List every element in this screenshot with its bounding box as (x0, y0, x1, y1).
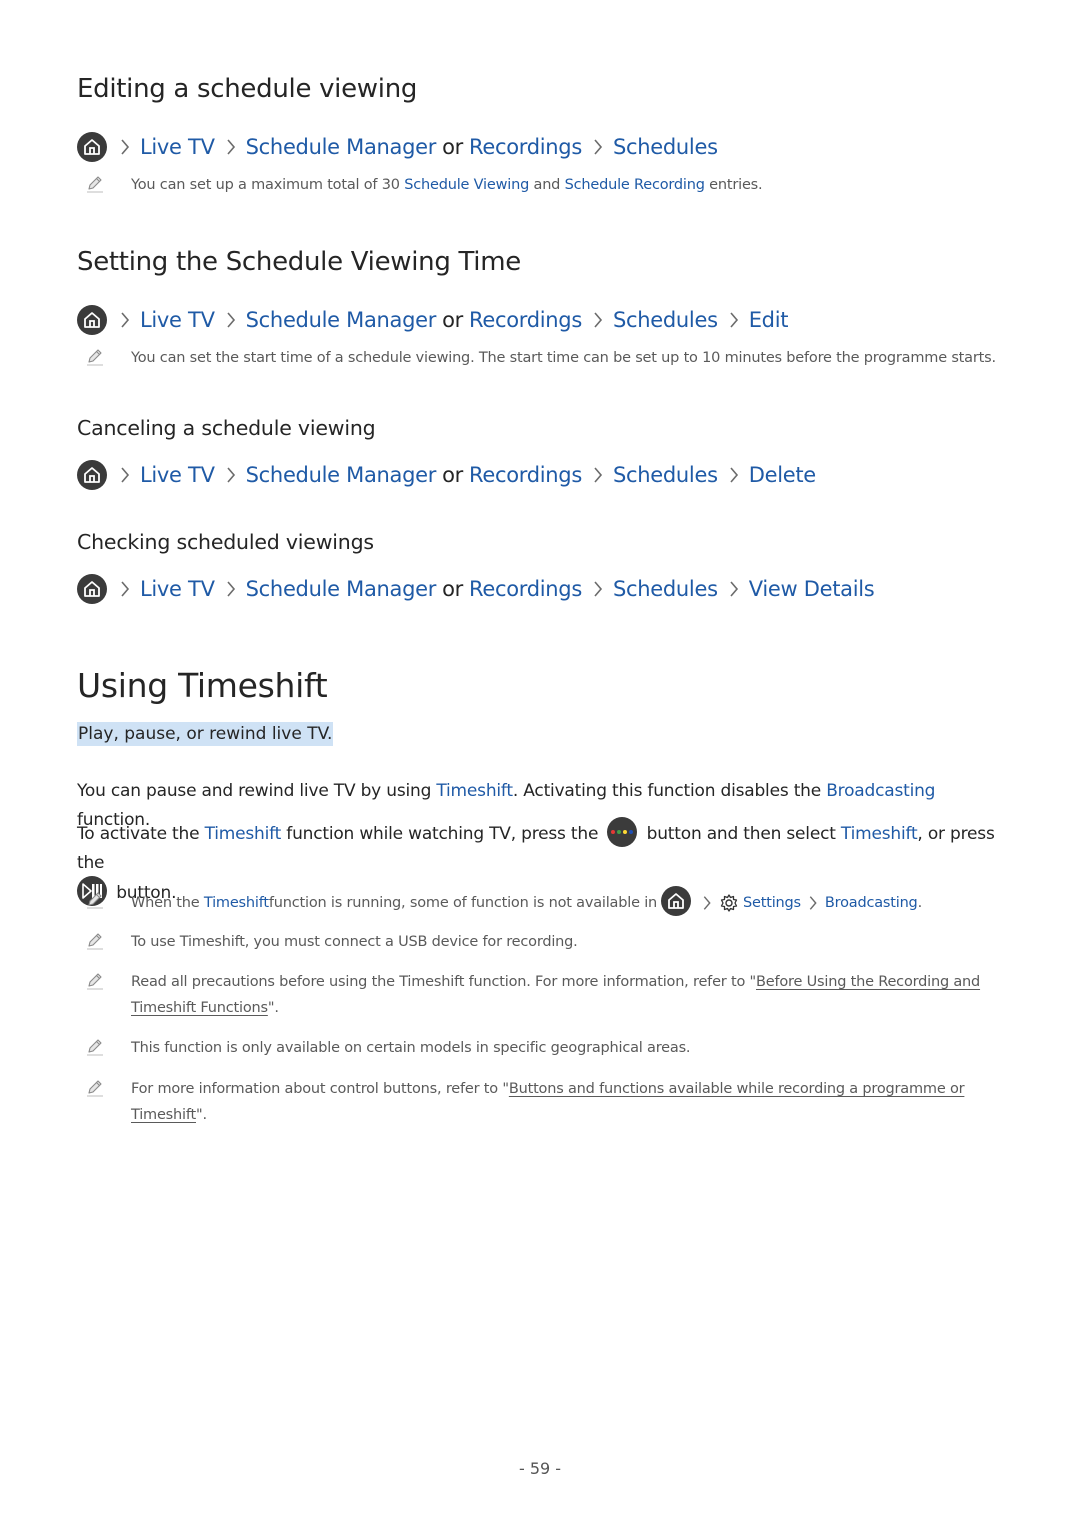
note-setting-time: You can set the start time of a schedule… (77, 345, 996, 371)
note-control-buttons: For more information about control butto… (77, 1076, 997, 1128)
path-settings[interactable]: Settings (743, 890, 801, 916)
pencil-note-icon (85, 931, 105, 951)
chevron-right-icon (728, 310, 740, 330)
path-edit[interactable]: Edit (749, 308, 789, 332)
color-dot (629, 830, 634, 834)
gear-icon (720, 894, 738, 912)
path-schedules[interactable]: Schedules (613, 308, 718, 332)
timeshift-subtitle: Play, pause, or rewind live TV. (77, 722, 334, 746)
chevron-right-icon (225, 137, 237, 157)
path-recordings[interactable]: Recordings (469, 308, 582, 332)
note-availability: This function is only available on certa… (77, 1035, 691, 1061)
note-precautions: Read all precautions before using the Ti… (77, 969, 997, 1021)
heading-canceling-schedule: Canceling a schedule viewing (77, 416, 376, 440)
path-recordings[interactable]: Recordings (469, 135, 582, 159)
home-icon (661, 886, 692, 916)
note-usb-required: To use Timeshift, you must connect a USB… (77, 929, 578, 955)
path-schedules[interactable]: Schedules (613, 463, 718, 487)
term-schedule-viewing: Schedule Viewing (404, 177, 530, 193)
path-schedules[interactable]: Schedules (613, 577, 718, 601)
path-or: or (442, 463, 463, 487)
chevron-right-icon (225, 579, 237, 599)
pencil-note-icon (85, 174, 105, 194)
path-or: or (442, 135, 463, 159)
heading-using-timeshift: Using Timeshift (77, 666, 328, 705)
term-timeshift: Timeshift (204, 824, 282, 844)
path-or: or (442, 308, 463, 332)
menu-path-checking: Live TV Schedule Manager or Recordings S… (77, 574, 875, 604)
term-timeshift: Timeshift (203, 895, 269, 911)
note-timeshift-running: When the Timeshift function is running, … (77, 886, 922, 918)
chevron-right-icon (701, 894, 713, 912)
chevron-right-icon (728, 579, 740, 599)
chevron-right-icon (119, 137, 131, 157)
chevron-right-icon (592, 137, 604, 157)
path-or: or (442, 577, 463, 601)
chevron-right-icon (119, 579, 131, 599)
pencil-note-icon (85, 347, 105, 367)
chevron-right-icon (592, 465, 604, 485)
home-icon (77, 132, 107, 162)
page-number: - 59 - (518, 1459, 562, 1478)
menu-path-editing: Live TV Schedule Manager or Recordings S… (77, 132, 718, 162)
pencil-note-icon (85, 971, 105, 991)
color-dot (617, 830, 622, 834)
pencil-note-icon (85, 890, 105, 910)
menu-path-setting-time: Live TV Schedule Manager or Recordings S… (77, 305, 788, 335)
path-live-tv[interactable]: Live TV (140, 308, 215, 332)
color-dot (611, 830, 616, 834)
chevron-right-icon (592, 310, 604, 330)
chevron-right-icon (807, 894, 819, 912)
path-schedules[interactable]: Schedules (613, 135, 718, 159)
chevron-right-icon (225, 465, 237, 485)
home-icon (77, 305, 107, 335)
home-icon (77, 574, 107, 604)
path-recordings[interactable]: Recordings (469, 577, 582, 601)
note-editing: You can set up a maximum total of 30 Sch… (77, 172, 763, 198)
color-dot (623, 830, 628, 834)
path-schedule-manager[interactable]: Schedule Manager (246, 577, 437, 601)
chevron-right-icon (225, 310, 237, 330)
color-button-icon (607, 817, 638, 847)
path-live-tv[interactable]: Live TV (140, 463, 215, 487)
chevron-right-icon (119, 465, 131, 485)
term-timeshift: Timeshift (840, 824, 918, 844)
path-view-details[interactable]: View Details (749, 577, 875, 601)
menu-path-canceling: Live TV Schedule Manager or Recordings S… (77, 460, 816, 490)
term-schedule-recording: Schedule Recording (564, 177, 705, 193)
subtitle-highlight: Play, pause, or rewind live TV. (77, 722, 334, 746)
term-broadcasting: Broadcasting (826, 781, 936, 801)
home-icon (77, 460, 107, 490)
path-broadcasting[interactable]: Broadcasting (825, 890, 918, 916)
heading-checking-scheduled: Checking scheduled viewings (77, 530, 374, 554)
path-recordings[interactable]: Recordings (469, 463, 582, 487)
path-live-tv[interactable]: Live TV (140, 577, 215, 601)
path-schedule-manager[interactable]: Schedule Manager (246, 308, 437, 332)
path-delete[interactable]: Delete (749, 463, 817, 487)
chevron-right-icon (119, 310, 131, 330)
path-schedule-manager[interactable]: Schedule Manager (246, 135, 437, 159)
path-schedule-manager[interactable]: Schedule Manager (246, 463, 437, 487)
pencil-note-icon (85, 1037, 105, 1057)
heading-setting-viewing-time: Setting the Schedule Viewing Time (77, 247, 521, 277)
term-timeshift: Timeshift (436, 781, 513, 801)
path-live-tv[interactable]: Live TV (140, 135, 215, 159)
heading-editing-schedule-viewing: Editing a schedule viewing (77, 74, 418, 104)
chevron-right-icon (728, 465, 740, 485)
pencil-note-icon (85, 1078, 105, 1098)
chevron-right-icon (592, 579, 604, 599)
